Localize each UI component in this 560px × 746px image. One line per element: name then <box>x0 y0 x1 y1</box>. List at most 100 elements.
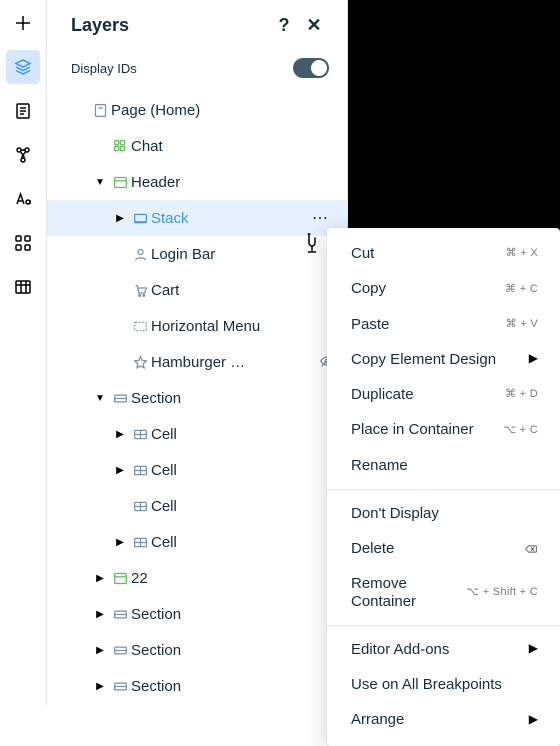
help-icon[interactable]: ? <box>269 10 299 40</box>
disclosure-icon[interactable]: ▶ <box>91 573 109 584</box>
context-menu-item[interactable]: Duplicate⌘ + D <box>327 377 560 412</box>
tree-row[interactable]: ▶ Section <box>47 596 347 632</box>
rail-pages[interactable] <box>6 94 40 128</box>
rail-cms[interactable] <box>6 270 40 304</box>
section-icon <box>109 607 131 622</box>
tree-row-label: Section <box>131 390 335 407</box>
more-options-icon[interactable]: ⋯ <box>312 208 335 228</box>
disclosure-icon[interactable]: ▶ <box>91 609 109 620</box>
rail-layers[interactable] <box>6 50 40 84</box>
context-menu-shortcut: ⌘ + V <box>506 318 538 331</box>
tree-row-label: Cell <box>151 498 335 515</box>
tree-row-label: Hamburger … <box>151 354 319 371</box>
tree-row-label: Cell <box>151 462 335 479</box>
tree-row-label: Header <box>131 174 335 191</box>
disclosure-icon[interactable]: ▼ <box>91 393 109 404</box>
context-menu-item[interactable]: Rename <box>327 448 560 483</box>
tree-row[interactable]: ▶ Cell <box>47 416 347 452</box>
left-rail <box>0 0 47 705</box>
context-menu-shortcut: ⌘ + X <box>506 247 538 260</box>
cell-icon <box>129 499 151 514</box>
tree-row[interactable]: ▶ Stack⋯ <box>47 200 347 236</box>
container-icon <box>109 175 131 190</box>
context-menu-item[interactable]: Remove Container⌥ + Shift + C <box>327 566 560 619</box>
disclosure-icon[interactable]: ▶ <box>91 645 109 656</box>
tree-page-row[interactable]: Page (Home) <box>47 92 347 128</box>
context-menu-separator <box>327 489 560 490</box>
context-menu-item[interactable]: Editor Add-ons▶ <box>327 632 560 667</box>
rail-apps[interactable] <box>6 226 40 260</box>
disclosure-icon[interactable]: ▼ <box>91 177 109 188</box>
tree-row-label: Section <box>131 642 335 659</box>
context-menu-label: Copy <box>351 280 505 297</box>
tree-row[interactable]: ▶Cell <box>47 524 347 560</box>
context-menu-item[interactable]: Paste⌘ + V <box>327 307 560 342</box>
context-menu-shortcut: ⌥ + C <box>503 424 538 437</box>
panel-title: Layers <box>71 15 129 36</box>
tree-row-label: Section <box>131 606 335 623</box>
tree-row-label: Cart <box>151 282 335 299</box>
cell-icon <box>129 463 151 478</box>
context-menu-item[interactable]: Copy⌘ + C <box>327 271 560 306</box>
cell-icon <box>129 427 151 442</box>
context-menu-label: Use on All Breakpoints <box>351 676 538 693</box>
tree-row[interactable]: ▶ 22 <box>47 560 347 596</box>
avatar-icon <box>129 247 151 262</box>
tree-row[interactable]: Chat <box>47 128 347 164</box>
tree-row[interactable]: ▶ Cell <box>47 452 347 488</box>
context-menu-item[interactable]: Use on All Breakpoints <box>327 667 560 702</box>
display-ids-label: Display IDs <box>71 61 137 76</box>
context-menu-label: Arrange <box>351 711 529 728</box>
tree-row[interactable]: Hamburger … <box>47 344 347 380</box>
tree-row[interactable]: Cart <box>47 272 347 308</box>
context-menu-label: Editor Add-ons <box>351 641 529 658</box>
backspace-icon <box>524 542 538 556</box>
tree-row[interactable]: ▼ Header <box>47 164 347 200</box>
tree-row-label: Cell <box>151 426 335 443</box>
tree-row-label: Stack <box>151 210 312 227</box>
rail-typography[interactable] <box>6 182 40 216</box>
context-menu-item[interactable]: Cut⌘ + X <box>327 236 560 271</box>
disclosure-icon[interactable]: ▶ <box>111 537 129 548</box>
context-menu-item[interactable]: Don't Display <box>327 496 560 531</box>
context-menu-label: Copy Element Design <box>351 351 529 368</box>
rail-add[interactable] <box>6 6 40 40</box>
chevron-right-icon: ▶ <box>529 642 538 656</box>
tree-row[interactable]: Login Bar <box>47 236 347 272</box>
tree-row-label: 22 <box>131 570 335 587</box>
rail-collections[interactable] <box>6 138 40 172</box>
tree-row[interactable]: Horizontal Menu <box>47 308 347 344</box>
context-menu-item[interactable]: Place in Container⌥ + C <box>327 412 560 447</box>
layers-panel: Layers ? ✕ Display IDs Page (Home) Chat ▼ H… <box>47 0 348 705</box>
tree-row[interactable]: ▶ Section <box>47 668 347 704</box>
context-menu: Cut⌘ + XCopy⌘ + CPaste⌘ + VCopy Element … <box>327 228 560 746</box>
disclosure-icon[interactable]: ▶ <box>111 465 129 476</box>
disclosure-icon[interactable]: ▶ <box>91 681 109 692</box>
context-menu-label: Cut <box>351 245 506 262</box>
chevron-right-icon: ▶ <box>529 713 538 727</box>
context-menu-label: Don't Display <box>351 505 538 522</box>
layer-tree: Page (Home) Chat ▼ Header ▶ Stack⋯ Login Bar Ca… <box>47 92 347 705</box>
tree-row[interactable]: Cell <box>47 488 347 524</box>
context-menu-item[interactable]: Copy Element Design▶ <box>327 342 560 377</box>
context-menu-shortcut: ⌘ + C <box>505 283 538 296</box>
context-menu-item[interactable]: Arrange▶ <box>327 702 560 737</box>
grid4-icon <box>109 139 131 154</box>
context-menu-item[interactable]: Delete <box>327 531 560 566</box>
section-icon <box>109 679 131 694</box>
context-menu-shortcut: ⌥ + Shift + C <box>466 586 538 599</box>
tree-row[interactable]: ▶ Section <box>47 632 347 668</box>
disclosure-icon[interactable]: ▶ <box>111 429 129 440</box>
page-icon <box>89 103 111 118</box>
tree-row-label: Section <box>131 678 335 695</box>
tree-row-label: Login Bar <box>151 246 335 263</box>
disclosure-icon[interactable]: ▶ <box>111 213 129 224</box>
display-ids-toggle[interactable] <box>293 58 329 78</box>
context-menu-label: Delete <box>351 540 524 557</box>
context-menu-label: Place in Container <box>351 421 503 438</box>
tree-row-label: Page (Home) <box>111 102 335 119</box>
star-icon <box>129 355 151 370</box>
context-menu-shortcut: ⌘ + D <box>505 388 538 401</box>
tree-row[interactable]: ▼ Section <box>47 380 347 416</box>
close-icon[interactable]: ✕ <box>299 10 329 40</box>
